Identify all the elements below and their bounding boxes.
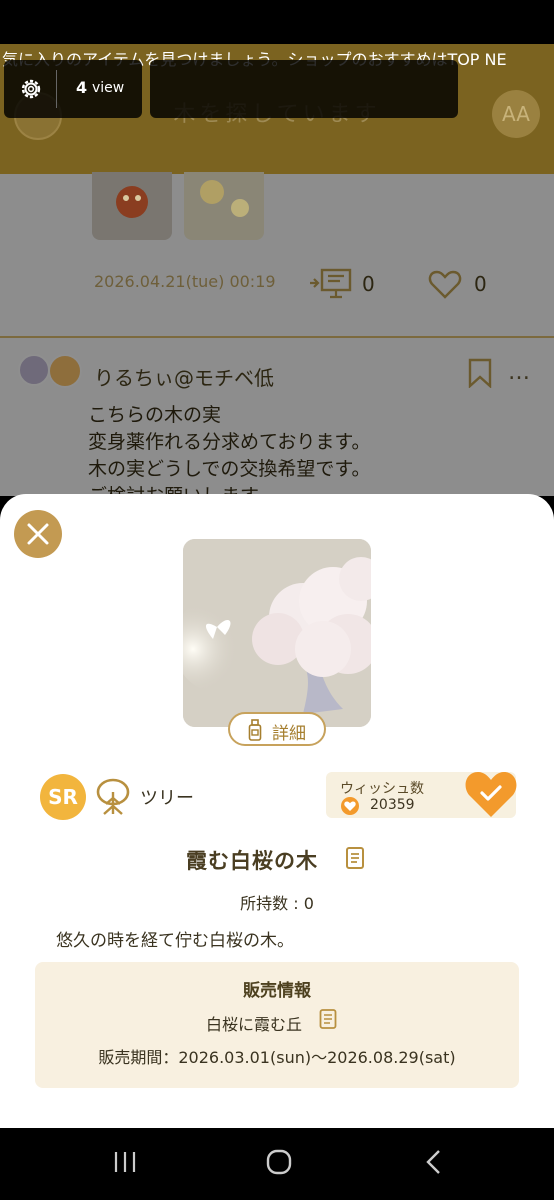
- overlay-bar: [150, 60, 458, 118]
- post-date: 2026.04.21(tue) 00:19: [94, 272, 276, 291]
- thumbnail-image: [200, 180, 249, 217]
- close-button[interactable]: [14, 510, 62, 558]
- feed-divider: [0, 336, 554, 338]
- item-name: 霞む白桜の木: [186, 849, 318, 873]
- post-line: こちらの木の実: [88, 404, 222, 426]
- more-options-icon[interactable]: …: [508, 360, 531, 385]
- like-count: 0: [474, 272, 487, 296]
- post-thumbnail[interactable]: [92, 172, 172, 240]
- avatar[interactable]: [48, 354, 82, 388]
- category-label: ツリー: [140, 788, 194, 809]
- home-icon[interactable]: [266, 1148, 292, 1176]
- close-icon: [27, 523, 49, 545]
- post-line: 変身薬作れる分求めております。: [88, 431, 371, 453]
- detail-button-label: 詳細: [272, 724, 306, 744]
- post-username[interactable]: りるちぃ@モチベ低: [94, 362, 274, 391]
- document-icon[interactable]: [344, 846, 366, 870]
- heart-icon[interactable]: [428, 268, 462, 300]
- item-image: [183, 539, 371, 727]
- view-count: 4: [76, 78, 88, 97]
- wish-heart-button[interactable]: [464, 768, 518, 820]
- status-bar: [0, 0, 554, 44]
- thumbnail-image: [116, 186, 148, 218]
- avatar[interactable]: [18, 354, 50, 386]
- owned-count: 所持数 : 0: [240, 894, 314, 913]
- sale-period: 販売期間：2026.03.01(sun)〜2026.08.29(sat): [98, 1048, 456, 1067]
- gear-icon[interactable]: [18, 76, 44, 102]
- tree-icon: [96, 778, 130, 815]
- document-icon[interactable]: [318, 1008, 338, 1030]
- post-thumbnail[interactable]: [184, 172, 264, 240]
- divider: [56, 70, 57, 108]
- present-count: 0: [362, 272, 375, 296]
- heart-glyph: [344, 801, 356, 811]
- wish-count: 20359: [370, 797, 415, 813]
- sale-info-title: 販売情報: [243, 981, 311, 1001]
- recent-apps-icon[interactable]: [112, 1150, 138, 1174]
- post-line: 木の実どうしでの交換希望です。: [88, 458, 371, 480]
- view-counter-pill: 4 view: [4, 60, 142, 118]
- bottle-icon: [248, 719, 262, 741]
- small-heart-icon: [341, 797, 359, 815]
- view-label: view: [92, 80, 125, 96]
- sale-place: 白桜に霞む丘: [206, 1015, 303, 1034]
- cherry-tree-image: [183, 539, 371, 727]
- item-description: 悠久の時を経て佇む白桜の木。: [56, 931, 294, 951]
- wish-label: ウィッシュ数: [340, 781, 424, 797]
- back-icon[interactable]: [424, 1148, 442, 1176]
- detail-button[interactable]: 詳細: [228, 712, 326, 746]
- rarity-badge: SR: [40, 774, 86, 820]
- presentation-icon[interactable]: [308, 266, 356, 300]
- bookmark-icon[interactable]: [468, 358, 492, 388]
- font-size-button[interactable]: AA: [492, 90, 540, 138]
